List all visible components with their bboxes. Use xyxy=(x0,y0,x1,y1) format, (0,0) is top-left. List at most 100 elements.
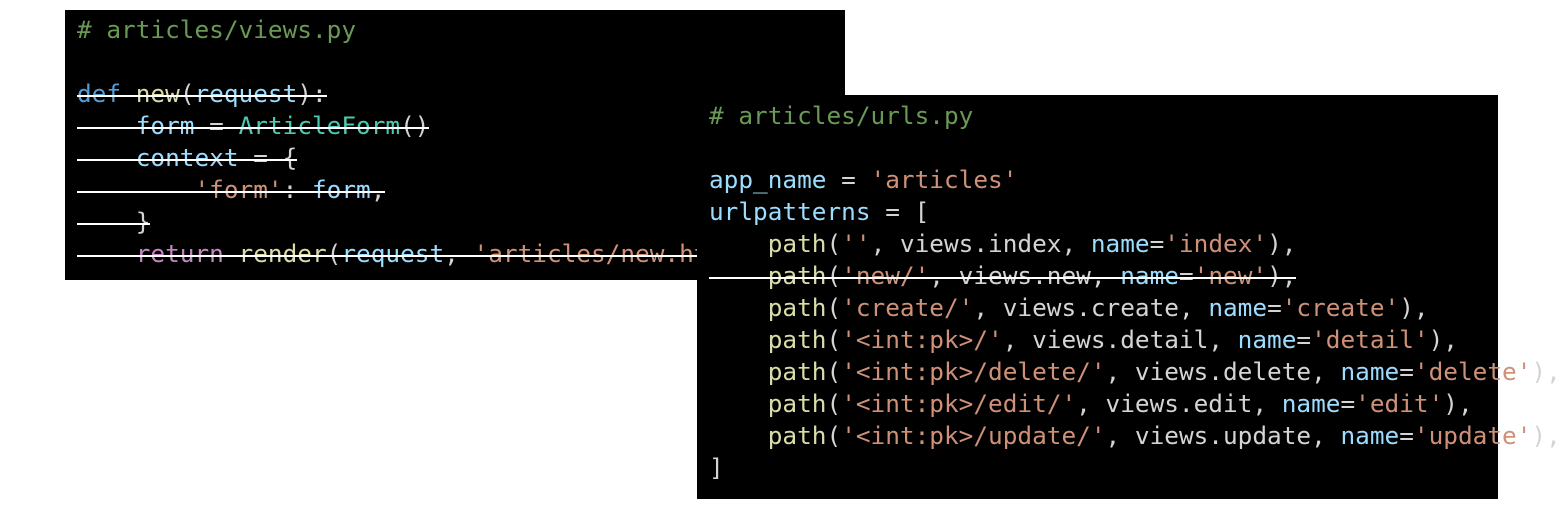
strikethrough-line xyxy=(77,127,429,129)
code-token: ), xyxy=(1399,293,1429,322)
code-token: context xyxy=(135,143,239,172)
code-token: '<int:pk>/' xyxy=(841,325,1003,354)
code-line: path('new/', views.new, name='new'), xyxy=(709,260,1297,292)
code-token: , views.update, xyxy=(1105,421,1341,450)
code-token: 'edit' xyxy=(1355,389,1444,418)
code-token: ), xyxy=(1443,389,1473,418)
code-token: ( xyxy=(826,389,842,418)
code-token: name xyxy=(1340,357,1400,386)
code-token: , views.create, xyxy=(973,293,1209,322)
code-token: name xyxy=(1281,389,1341,418)
code-token: ( xyxy=(826,421,842,450)
code-token: ), xyxy=(1267,261,1297,290)
code-token: def xyxy=(77,79,122,108)
code-line: path('<int:pk>/edit/', views.edit, name=… xyxy=(709,388,1473,420)
code-token: = xyxy=(1399,421,1414,450)
code-token: form xyxy=(135,111,195,140)
code-token: name xyxy=(1237,325,1297,354)
code-token: ): xyxy=(297,79,327,108)
code-line: path('<int:pk>/', views.detail, name='de… xyxy=(709,324,1458,356)
code-token: path xyxy=(767,357,827,386)
code-token: = xyxy=(1340,389,1356,418)
code-line: return render(request, 'articles/new.htm… xyxy=(77,238,767,270)
code-token: new xyxy=(135,79,180,108)
code-token: = xyxy=(1178,261,1194,290)
code-token: = xyxy=(1296,325,1312,354)
code-token: path xyxy=(767,229,827,258)
strikethrough-line xyxy=(77,159,297,161)
code-token: path xyxy=(767,325,827,354)
code-token: # articles/urls.py xyxy=(709,101,974,130)
code-token: , xyxy=(444,239,474,268)
code-line: path('', views.index, name='index'), xyxy=(709,228,1297,260)
code-line: } xyxy=(77,206,151,238)
code-token: request xyxy=(341,239,445,268)
code-token: name xyxy=(1090,229,1150,258)
code-line: ] xyxy=(709,452,724,484)
code-line: path('<int:pk>/delete/', views.delete, n… xyxy=(709,356,1561,388)
code-token: = xyxy=(1149,229,1165,258)
code-token: name xyxy=(1340,421,1400,450)
code-token: ( xyxy=(826,261,842,290)
code-token: 'delete' xyxy=(1413,357,1532,386)
code-token: = { xyxy=(238,143,298,172)
code-token: '' xyxy=(841,229,871,258)
strikethrough-line xyxy=(77,255,767,257)
code-line: form = ArticleForm() xyxy=(77,110,430,142)
code-token: 'articles' xyxy=(870,165,1018,194)
code-token: , views.edit, xyxy=(1076,389,1282,418)
code-token: request xyxy=(194,79,298,108)
code-token: = [ xyxy=(870,197,930,226)
code-token: '<int:pk>/edit/' xyxy=(841,389,1077,418)
code-token: 'update' xyxy=(1413,421,1532,450)
strikethrough-line xyxy=(709,277,1296,279)
code-token: , views.new, xyxy=(929,261,1121,290)
strikethrough-line xyxy=(77,95,327,97)
code-token: = xyxy=(1399,357,1414,386)
code-token: path xyxy=(767,261,827,290)
code-token: path xyxy=(767,389,827,418)
code-token: path xyxy=(767,293,827,322)
code-token: ] xyxy=(709,453,724,482)
code-token: '<int:pk>/delete/' xyxy=(841,357,1106,386)
code-token: ( xyxy=(179,79,195,108)
code-token: return xyxy=(135,239,224,268)
code-token: 'create' xyxy=(1281,293,1400,322)
code-panel-urls: # articles/urls.py app_name = 'articles' u… xyxy=(697,95,1561,499)
code-line: # articles/urls.py xyxy=(709,100,973,132)
code-token: = xyxy=(826,165,871,194)
code-token: ArticleForm xyxy=(238,111,401,140)
code-token: ), xyxy=(1531,357,1561,386)
code-token: 'index' xyxy=(1164,229,1268,258)
code-line: context = { xyxy=(77,142,298,174)
code-token: ), xyxy=(1531,421,1561,450)
code-token: , xyxy=(370,175,386,204)
code-token: = xyxy=(1267,293,1282,322)
code-token: ( xyxy=(826,357,842,386)
code-token: '<int:pk>/update/' xyxy=(841,421,1106,450)
code-line: path('<int:pk>/update/', views.update, n… xyxy=(709,420,1561,452)
code-token: 'form' xyxy=(194,175,283,204)
code-token: # articles/views.py xyxy=(77,15,357,44)
code-token: , views.delete, xyxy=(1105,357,1341,386)
code-token: , views.detail, xyxy=(1002,325,1238,354)
code-token: name xyxy=(1208,293,1268,322)
code-line: # articles/views.py xyxy=(77,14,356,46)
code-line: path('create/', views.create, name='crea… xyxy=(709,292,1429,324)
code-token: app_name xyxy=(709,165,827,194)
code-token: () xyxy=(400,111,430,140)
code-token: ( xyxy=(326,239,342,268)
code-token: ( xyxy=(826,325,842,354)
code-token: 'detail' xyxy=(1311,325,1429,354)
